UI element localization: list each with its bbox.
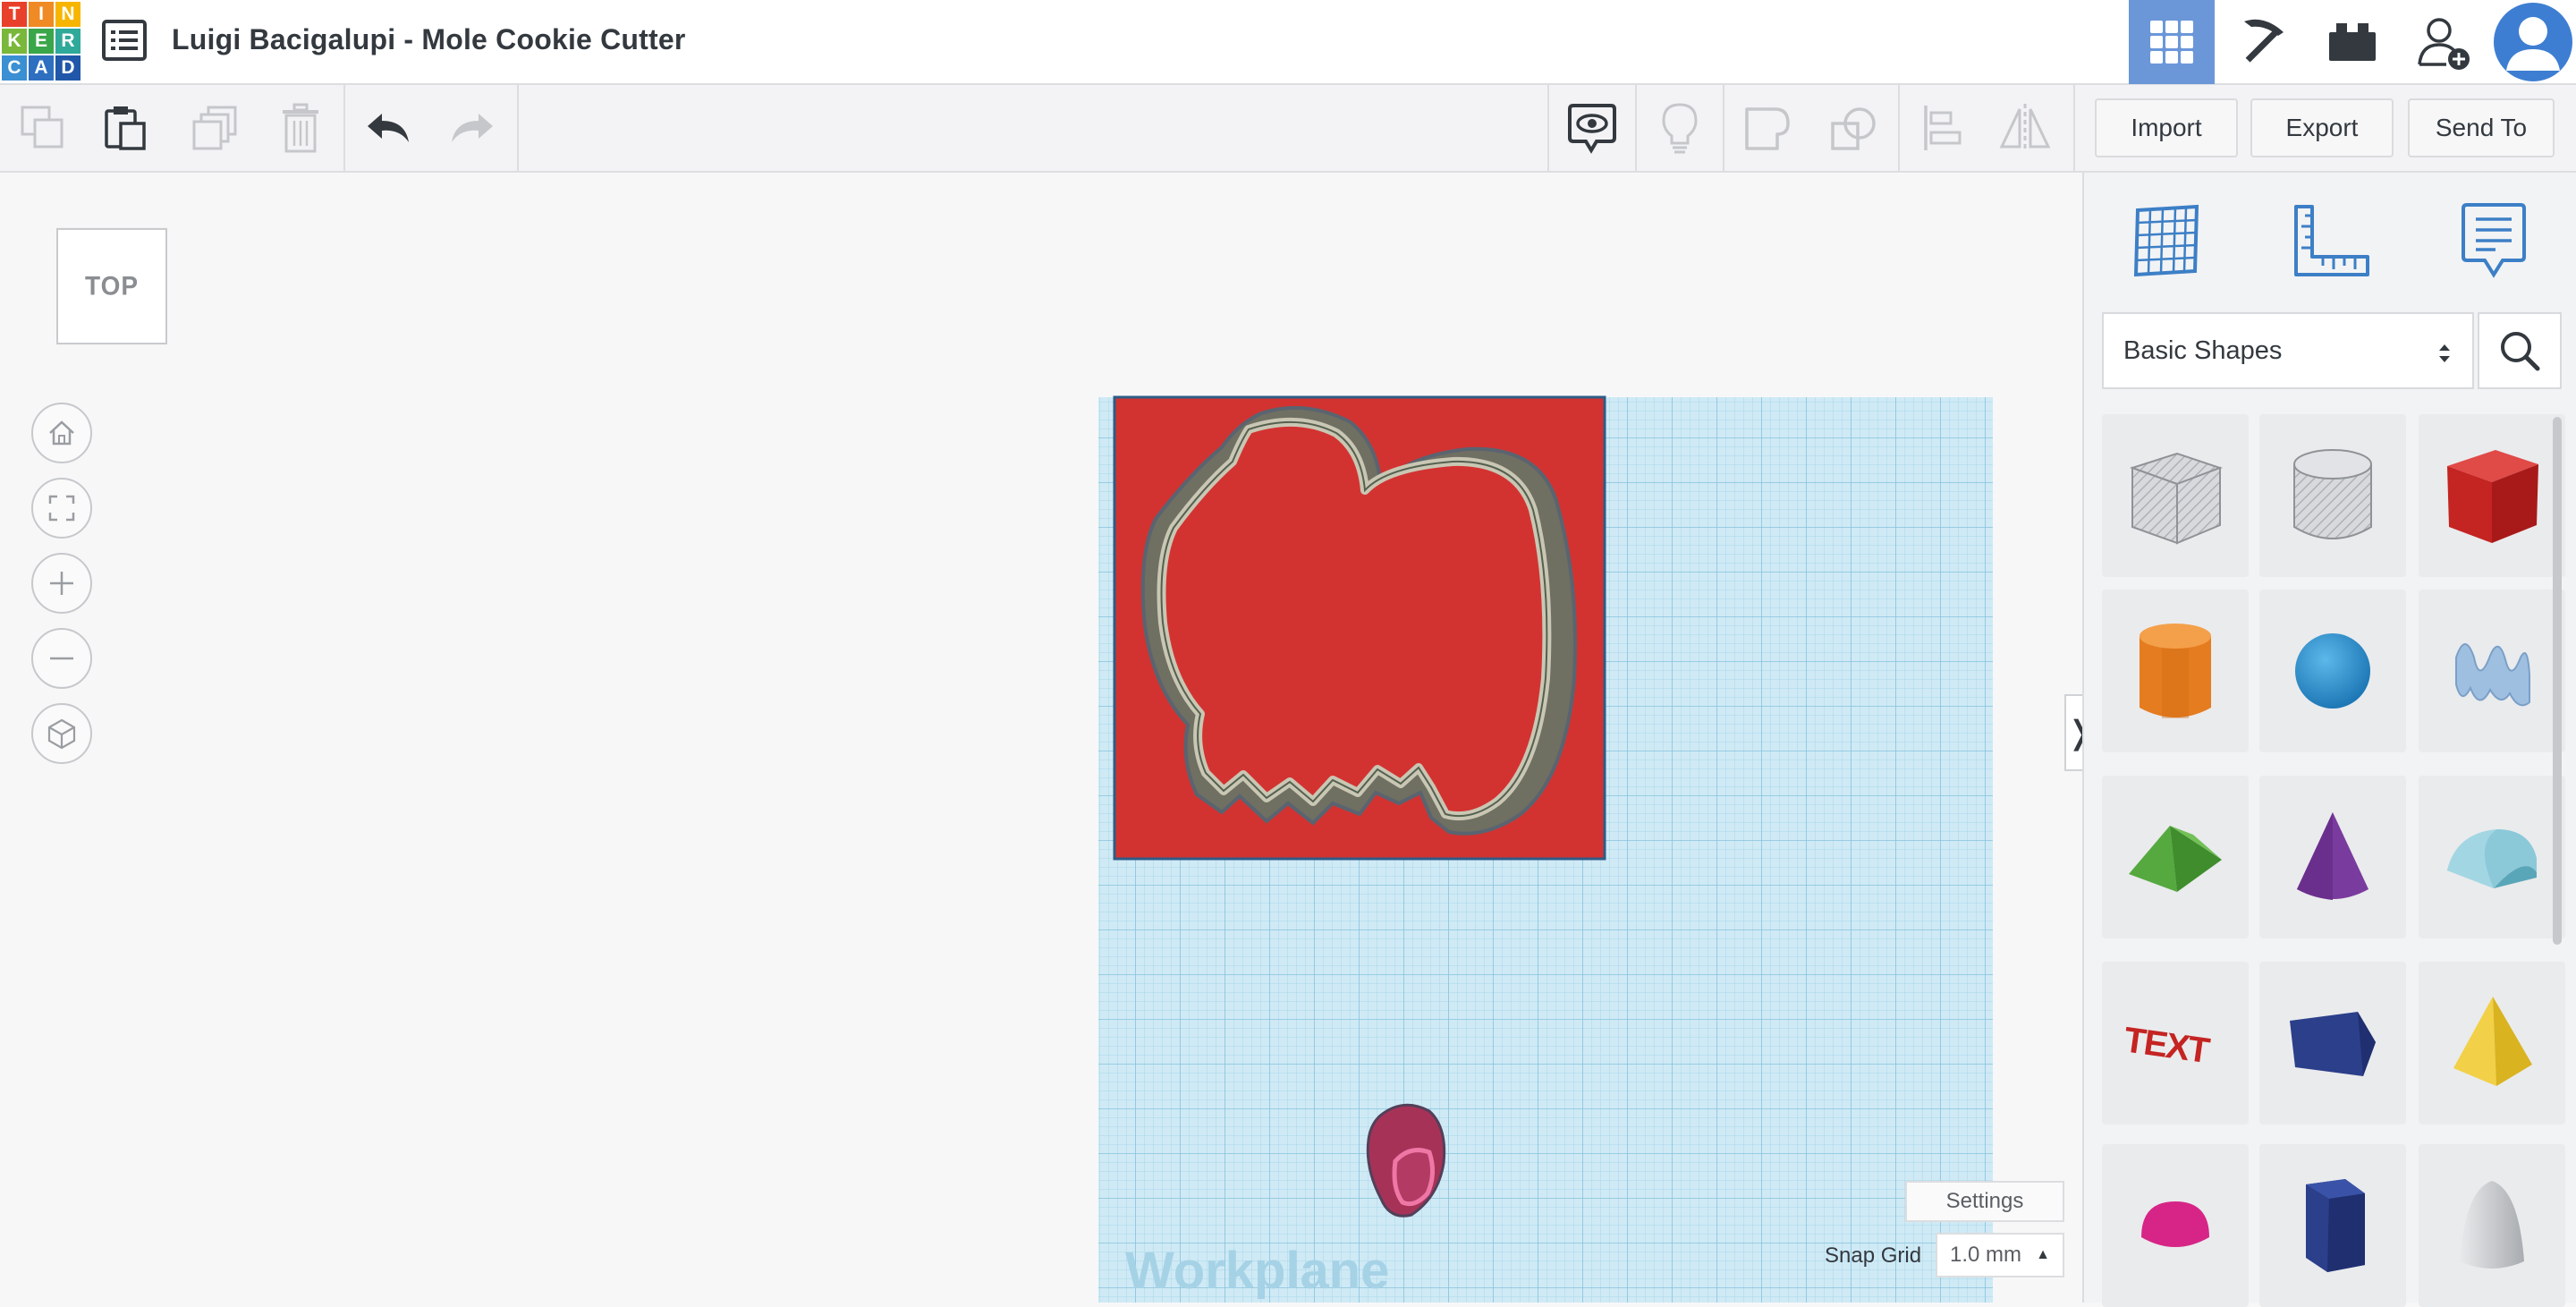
shape-cylinder-hole[interactable] (2259, 414, 2406, 577)
projection-icon[interactable] (31, 703, 92, 764)
panel-scrollbar[interactable] (2553, 417, 2562, 945)
ruler-icon[interactable] (2288, 198, 2374, 284)
user-avatar-icon[interactable] (2490, 0, 2576, 84)
shape-library-select[interactable]: Basic Shapes (2102, 312, 2474, 389)
half-sphere-icon (2141, 1201, 2209, 1247)
workplane-grid-icon[interactable] (2123, 198, 2209, 284)
shape-text[interactable]: TEXT (2102, 962, 2249, 1125)
ungroup-icon[interactable] (1812, 85, 1894, 171)
roof-icon (2129, 826, 2222, 892)
tinkercad-logo[interactable]: T I N K E R C A D (2, 2, 80, 81)
logo-letter: N (55, 2, 80, 27)
box-icon (2447, 450, 2538, 543)
shape-scribble[interactable] (2419, 590, 2565, 752)
shape-box-hole[interactable] (2102, 414, 2249, 577)
paste-icon[interactable] (84, 85, 166, 171)
workplane-settings-button[interactable]: Settings (1905, 1181, 2064, 1222)
align-icon[interactable] (1902, 85, 1984, 171)
logo-letter: E (29, 29, 54, 54)
sphere-icon (2295, 633, 2370, 709)
add-user-icon[interactable] (2401, 0, 2487, 84)
paraboloid-icon (2460, 1181, 2524, 1269)
import-button[interactable]: Import (2095, 98, 2238, 157)
snap-grid-value: 1.0 mm (1950, 1243, 2022, 1267)
lightbulb-icon[interactable] (1639, 85, 1721, 171)
pyramid-icon (2453, 997, 2532, 1086)
group-icon[interactable] (1726, 85, 1809, 171)
logo-letter: A (29, 55, 54, 81)
export-button[interactable]: Export (2250, 98, 2394, 157)
toolbar-divider (1898, 85, 1900, 171)
logo-letter: I (29, 2, 54, 27)
search-icon (2501, 332, 2540, 371)
shape-box[interactable] (2419, 414, 2565, 577)
shape-half-sphere[interactable] (2102, 1144, 2249, 1307)
fit-view-icon[interactable] (31, 478, 92, 539)
workplane-label: Workplane (1125, 1242, 1389, 1300)
shape-pyramid[interactable] (2419, 962, 2565, 1125)
cylinder-icon (2140, 624, 2211, 718)
notes-icon[interactable] (2451, 198, 2537, 284)
scribble-icon (2455, 643, 2530, 707)
shape-cone[interactable] (2259, 776, 2406, 938)
view-cube[interactable]: TOP (56, 227, 167, 345)
text-shape-icon: TEXT (2122, 1020, 2212, 1071)
cone-icon (2297, 812, 2368, 900)
notes-visibility-icon[interactable] (1551, 85, 1633, 171)
3d-design-grid-icon[interactable] (2129, 0, 2215, 84)
shape-library-value: Basic Shapes (2123, 335, 2283, 365)
box-hole-icon (2129, 452, 2223, 545)
shape-wedge[interactable] (2259, 962, 2406, 1125)
shape-paraboloid[interactable] (2419, 1144, 2565, 1307)
wedge-icon (2290, 1012, 2376, 1076)
toolbar-divider (2073, 85, 2075, 171)
cylinder-hole-icon (2293, 449, 2372, 539)
shape-polygon[interactable] (2259, 1144, 2406, 1307)
snap-grid-label: Snap Grid (1825, 1243, 1922, 1268)
copy-icon[interactable] (2, 85, 84, 171)
zoom-in-icon[interactable] (31, 553, 92, 614)
trash-icon[interactable] (259, 85, 342, 171)
caret-up-icon: ▲ (2036, 1247, 2050, 1262)
toolbar-divider (517, 85, 519, 171)
logo-letter: R (55, 29, 80, 54)
shape-sphere[interactable] (2259, 590, 2406, 752)
redo-icon[interactable] (431, 85, 513, 171)
send-to-button[interactable]: Send To (2408, 98, 2555, 157)
mirror-icon[interactable] (1984, 85, 2066, 171)
toolbar-divider (1635, 85, 1637, 171)
toolbar-divider (1723, 85, 1724, 171)
toolbar-divider (343, 85, 345, 171)
codeblocks-pickaxe-icon[interactable] (2220, 0, 2306, 84)
undo-icon[interactable] (347, 85, 429, 171)
edit-toolbar: Import Export Send To (0, 85, 2576, 173)
logo-letter: D (55, 55, 80, 81)
design-list-icon[interactable] (100, 18, 148, 63)
top-bar: T I N K E R C A D Luigi Bacigalupi - Mol… (0, 0, 2576, 85)
shape-round-roof[interactable] (2419, 776, 2565, 938)
home-icon[interactable] (31, 403, 92, 463)
workplane-canvas[interactable]: Workplane (1091, 394, 2004, 1303)
select-arrows-icon (2439, 344, 2450, 362)
bricks-icon[interactable] (2309, 0, 2395, 84)
shapes-panel: Basic Shapes TEXT (2082, 173, 2576, 1307)
round-roof-icon (2447, 829, 2537, 888)
shape-cylinder[interactable] (2102, 590, 2249, 752)
duplicate-icon[interactable] (174, 85, 256, 171)
logo-letter: C (2, 55, 27, 81)
svg-text:TEXT: TEXT (2122, 1020, 2212, 1071)
snap-grid-select[interactable]: 1.0 mm ▲ (1936, 1233, 2064, 1277)
shape-search-button[interactable] (2478, 312, 2562, 389)
mole-cookie-cutter-shape[interactable] (1140, 405, 1578, 836)
zoom-out-icon[interactable] (31, 628, 92, 689)
polygon-icon (2306, 1179, 2365, 1272)
toolbar-divider (1547, 85, 1549, 171)
logo-letter: K (2, 29, 27, 54)
shape-roof[interactable] (2102, 776, 2249, 938)
logo-letter: T (2, 2, 27, 27)
design-title[interactable]: Luigi Bacigalupi - Mole Cookie Cutter (172, 23, 686, 56)
